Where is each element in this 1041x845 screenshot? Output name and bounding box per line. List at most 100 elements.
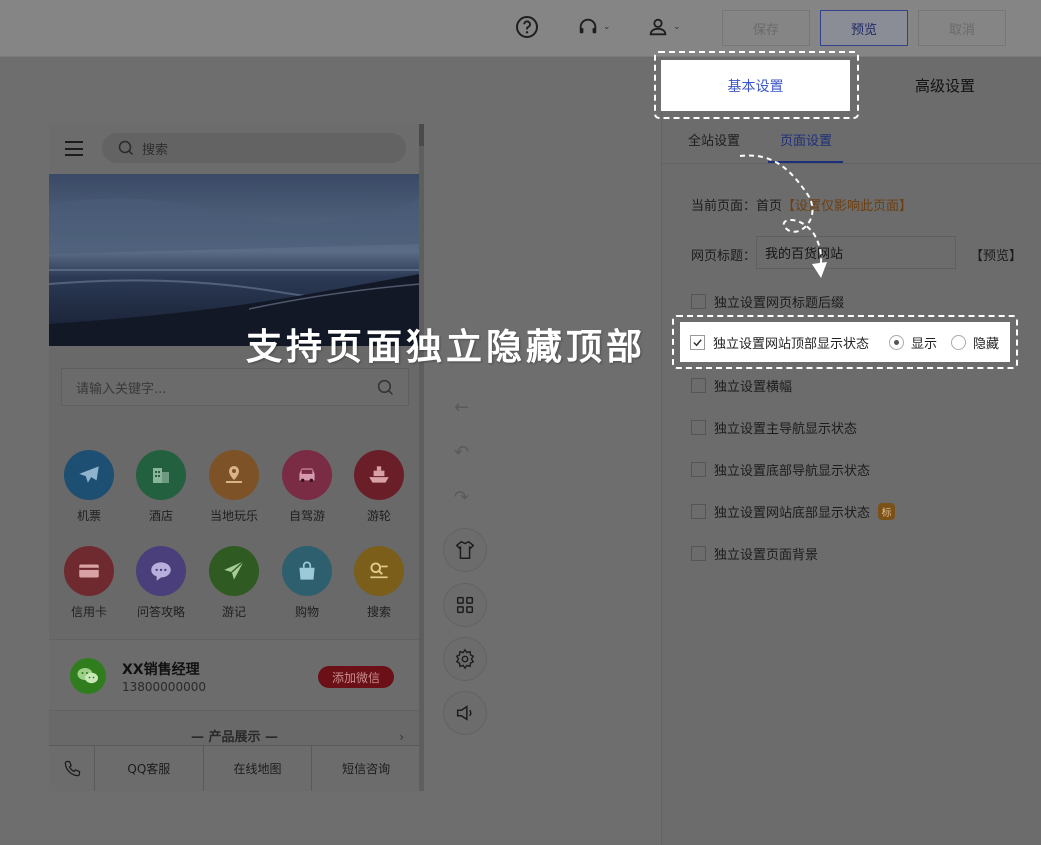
subtab-page-settings[interactable]: 页面设置: [780, 130, 832, 149]
option-label: 独立设置网站顶部显示状态: [713, 336, 870, 352]
user-menu[interactable]: ⌄: [647, 14, 681, 40]
tab-basic-settings[interactable]: 基本设置: [661, 60, 850, 111]
cancel-button[interactable]: 取消: [918, 10, 1006, 46]
products-section-title: — 产品展示 —: [190, 730, 279, 745]
tab-advanced-settings[interactable]: 高级设置: [860, 60, 1030, 111]
checkmark-icon: [693, 338, 702, 346]
gear-icon[interactable]: [443, 637, 487, 681]
online-map-link[interactable]: 在线地图: [204, 746, 313, 791]
feature-caption: 支持页面独立隐藏顶部: [246, 326, 647, 368]
checkbox[interactable]: [691, 420, 706, 435]
checkbox[interactable]: [691, 504, 706, 519]
map-pin-icon: [209, 450, 259, 500]
qq-service-link[interactable]: QQ客服: [95, 746, 204, 791]
option-page-background[interactable]: 独立设置页面背景: [691, 544, 818, 563]
keyword-search-input[interactable]: 请输入关键字...: [61, 368, 409, 406]
headset-icon: [579, 18, 597, 34]
contact-card: XX销售经理 13800000000 添加微信: [49, 639, 420, 711]
radio-show[interactable]: [889, 334, 905, 350]
search-list-icon: [354, 546, 404, 596]
title-preview-link[interactable]: 【预览】: [970, 245, 1022, 264]
checkbox[interactable]: [691, 294, 706, 309]
checkbox-checked[interactable]: [690, 334, 705, 350]
menu-icon[interactable]: [65, 141, 83, 156]
keyword-search-placeholder: 请输入关键字...: [76, 381, 167, 397]
settings-subtabs: 全站设置 页面设置: [661, 112, 1041, 164]
checkbox[interactable]: [691, 462, 706, 477]
phone-scrollbar[interactable]: [419, 124, 424, 791]
wechat-icon: [70, 658, 106, 694]
grid-item-label: 问答攻略: [136, 605, 185, 619]
plane-icon: [64, 450, 114, 500]
radio-show-label: 显示: [911, 336, 938, 352]
option-label: 独立设置底部导航显示状态: [714, 464, 871, 479]
grid-item-credit-card[interactable]: 信用卡: [59, 546, 119, 620]
preview-button[interactable]: 预览: [820, 10, 908, 46]
phone-header: 搜索: [49, 124, 420, 174]
settings-panel: [661, 57, 1041, 845]
option-main-nav[interactable]: 独立设置主导航显示状态: [691, 418, 857, 437]
headset-menu[interactable]: ⌄: [577, 14, 611, 40]
shopping-bag-icon: [282, 546, 332, 596]
option-site-footer[interactable]: 独立设置网站底部显示状态 标: [691, 502, 896, 521]
badge-icon: 标: [878, 503, 896, 520]
radio-hide[interactable]: [951, 334, 967, 350]
user-icon: [649, 18, 667, 36]
option-label: 独立设置网页标题后缀: [714, 296, 845, 311]
checkbox[interactable]: [691, 378, 706, 393]
phone-preview: 搜索 请输入关键字... 机票 酒店 当地玩乐 自驾游 游轮 信用卡 问答攻略 …: [49, 124, 420, 791]
search-icon: [118, 140, 134, 156]
grid-item-label: 机票: [76, 509, 101, 523]
option-title-suffix[interactable]: 独立设置网页标题后缀: [691, 292, 844, 311]
grid-item-self-drive[interactable]: 自驾游: [277, 450, 337, 524]
arrow-left-icon[interactable]: ←: [454, 397, 469, 418]
save-button[interactable]: 保存: [722, 10, 810, 46]
chat-icon: [136, 546, 186, 596]
redo-icon[interactable]: ↷: [454, 487, 469, 508]
grid-item-label: 自驾游: [288, 509, 325, 523]
grid-item-label: 游轮: [366, 509, 391, 523]
option-bottom-nav[interactable]: 独立设置底部导航显示状态: [691, 460, 870, 479]
subtab-site-settings[interactable]: 全站设置: [688, 130, 740, 149]
car-icon: [282, 450, 332, 500]
grid-item-flight[interactable]: 机票: [59, 450, 119, 524]
paper-plane-icon: [209, 546, 259, 596]
radio-hide-label: 隐藏: [973, 336, 1000, 352]
help-icon[interactable]: [515, 14, 539, 40]
top-toolbar: ⌄ ⌄ 保存 预览 取消: [0, 0, 1041, 57]
grid-item-label: 购物: [294, 605, 319, 619]
contact-phone: 13800000000: [122, 680, 206, 694]
grid-item-search[interactable]: 搜索: [349, 546, 409, 620]
phone-bottom-bar: QQ客服 在线地图 短信咨询: [49, 745, 420, 791]
grid-item-shopping[interactable]: 购物: [277, 546, 337, 620]
checkbox[interactable]: [691, 546, 706, 561]
undo-icon[interactable]: ↶: [454, 442, 469, 463]
option-label: 独立设置横幅: [714, 380, 793, 395]
chevron-down-icon: ⌄: [673, 22, 681, 32]
grid-item-local-fun[interactable]: 当地玩乐: [204, 450, 264, 524]
grid-item-label: 当地玩乐: [209, 509, 258, 523]
option-label: 独立设置网站底部显示状态: [714, 506, 871, 521]
hotel-icon: [136, 450, 186, 500]
option-banner[interactable]: 独立设置横幅: [691, 376, 792, 395]
phone-call-icon[interactable]: [49, 746, 95, 791]
phone-search-placeholder: 搜索: [142, 142, 169, 158]
phone-search-bar[interactable]: 搜索: [102, 133, 406, 163]
option-label: 独立设置主导航显示状态: [714, 422, 858, 437]
grid-item-qa-guide[interactable]: 问答攻略: [131, 546, 191, 620]
contact-name: XX销售经理: [122, 662, 200, 678]
grid-item-hotel[interactable]: 酒店: [131, 450, 191, 524]
shirt-icon[interactable]: [443, 528, 487, 572]
curved-arrow-icon: [739, 154, 827, 278]
search-icon[interactable]: [377, 379, 394, 396]
grid-item-label: 酒店: [148, 509, 173, 523]
grid-item-travel-notes[interactable]: 游记: [204, 546, 264, 620]
speaker-icon[interactable]: [443, 691, 487, 735]
sms-inquiry-link[interactable]: 短信咨询: [312, 746, 420, 791]
grid-item-label: 游记: [221, 605, 246, 619]
grid-item-cruise[interactable]: 游轮: [349, 450, 409, 524]
ship-icon: [354, 450, 404, 500]
add-wechat-button[interactable]: 添加微信: [318, 666, 394, 688]
chevron-right-icon[interactable]: ›: [399, 730, 404, 744]
grid-icon[interactable]: [443, 583, 487, 627]
